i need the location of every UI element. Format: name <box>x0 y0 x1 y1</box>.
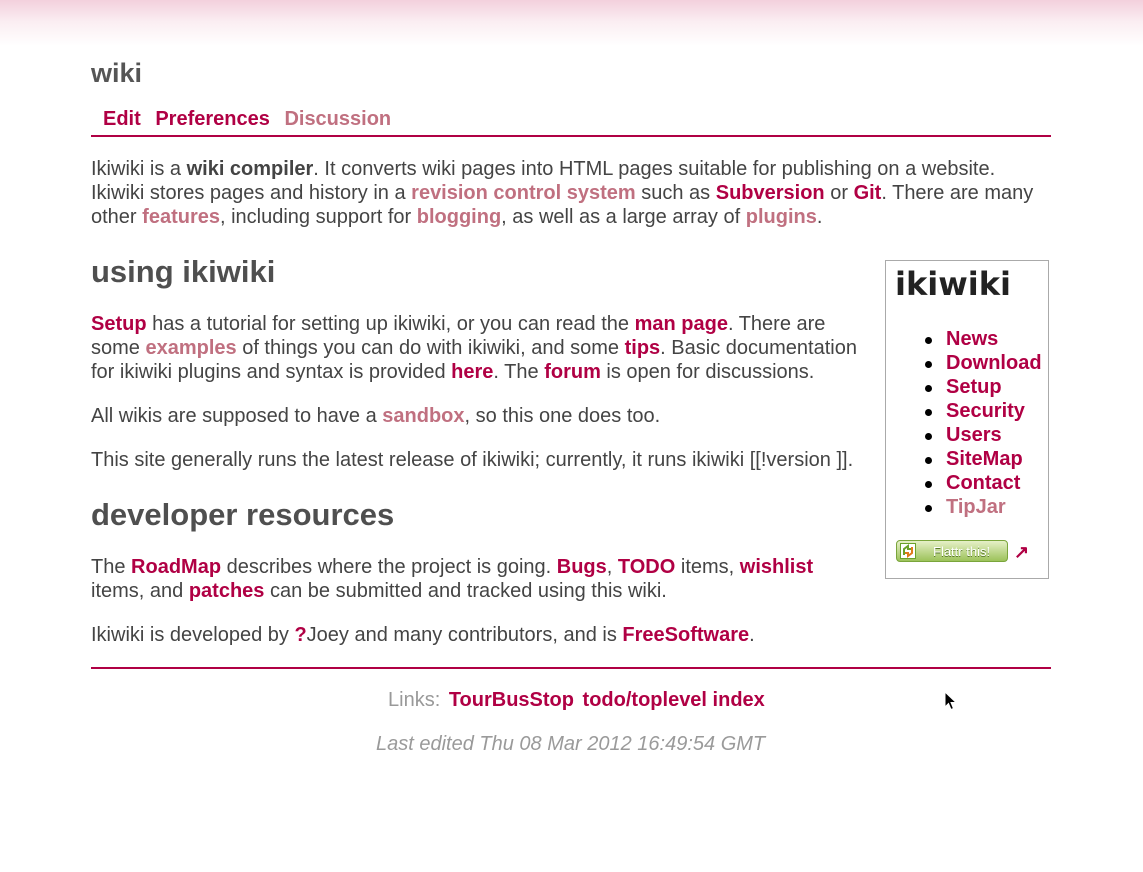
body-text: and many contributors, and is <box>348 624 623 646</box>
body-text: , so this one does too. <box>464 405 661 427</box>
intro-text: or <box>824 182 854 204</box>
bullet-icon <box>925 505 932 512</box>
contributors-paragraph: Ikiwiki is developed by ?Joey and many c… <box>91 623 871 647</box>
sidebar-link-setup[interactable]: Setup <box>946 376 1002 398</box>
joey-text: Joey <box>306 624 349 646</box>
tourbusstop-link[interactable]: TourBusStop <box>449 689 574 711</box>
body-text: items, <box>675 556 740 578</box>
setup-link[interactable]: Setup <box>91 313 147 335</box>
sidebar-item-security: Security <box>925 399 1042 423</box>
examples-link[interactable]: examples <box>145 337 236 359</box>
here-link[interactable]: here <box>451 361 493 383</box>
sandbox-paragraph: All wikis are supposed to have a sandbox… <box>91 404 861 428</box>
man-page-link[interactable]: man page <box>635 313 728 335</box>
flattr-button[interactable]: Flattr this! <box>896 540 1008 562</box>
body-text: Ikiwiki is developed by <box>91 624 295 646</box>
sidebar-item-download: Download <box>925 351 1042 375</box>
todo-toplevel-index-link[interactable]: todo/toplevel index <box>583 689 765 711</box>
ikiwiki-logo[interactable]: ikiwiki <box>895 268 1011 302</box>
body-text: . <box>749 624 755 646</box>
forum-link[interactable]: forum <box>544 361 601 383</box>
revision-control-link[interactable]: revision control system <box>411 182 636 204</box>
body-text: is open for discussions. <box>600 361 815 383</box>
body-text: describes where the project is going. <box>221 556 557 578</box>
body-text: items, and <box>91 580 189 602</box>
discussion-link[interactable]: Discussion <box>284 108 391 130</box>
sidebar-link-news[interactable]: News <box>946 328 998 350</box>
last-edited: Last edited Thu 08 Mar 2012 16:49:54 GMT <box>376 733 766 755</box>
sidebar-item-sitemap: SiteMap <box>925 447 1042 471</box>
backlinks: Links: TourBusStop todo/toplevel index <box>388 689 765 712</box>
sidebar-item-setup: Setup <box>925 375 1042 399</box>
bullet-icon <box>925 361 932 368</box>
flattr-icon <box>900 543 916 559</box>
body-text: . The <box>493 361 545 383</box>
roadmap-link[interactable]: RoadMap <box>131 556 221 578</box>
bullet-icon <box>925 385 932 392</box>
bullet-icon <box>925 457 932 464</box>
footer-divider <box>91 667 1051 669</box>
intro-text: , as well as a large array of <box>501 206 746 228</box>
version-paragraph: This site generally runs the latest rele… <box>91 449 854 471</box>
using-paragraph: Setup has a tutorial for setting up ikiw… <box>91 312 861 384</box>
sandbox-link[interactable]: sandbox <box>382 405 464 427</box>
using-ikiwiki-heading: using ikiwiki <box>91 254 276 289</box>
wiki-compiler-term: wiki compiler <box>186 158 314 180</box>
body-text: , <box>606 556 618 578</box>
wishlist-link[interactable]: wishlist <box>740 556 813 578</box>
todo-link[interactable]: TODO <box>618 556 675 578</box>
bullet-icon <box>925 337 932 344</box>
sidebar-nav: News Download Setup Security Users SiteM… <box>925 327 1042 519</box>
subversion-link[interactable]: Subversion <box>716 182 825 204</box>
header-divider <box>91 135 1051 137</box>
sidebar-link-tipjar[interactable]: TipJar <box>946 496 1006 518</box>
plugins-link[interactable]: plugins <box>746 206 817 228</box>
bullet-icon <box>925 481 932 488</box>
links-label: Links: <box>388 689 441 711</box>
body-text: has a tutorial for setting up ikiwiki, o… <box>146 313 635 335</box>
developer-resources-heading: developer resources <box>91 497 395 532</box>
bullet-icon <box>925 433 932 440</box>
page-title: wiki <box>91 58 143 88</box>
body-text: of things you can do with ikiwiki, and s… <box>236 337 625 359</box>
sidebar-link-contact[interactable]: Contact <box>946 472 1020 494</box>
blogging-link[interactable]: blogging <box>417 206 501 228</box>
intro-text: . <box>816 206 823 228</box>
features-link[interactable]: features <box>142 206 220 228</box>
create-joey-link[interactable]: ? <box>294 624 306 646</box>
sidebar-item-contact: Contact <box>925 471 1042 495</box>
sidebar-item-tipjar: TipJar <box>925 495 1042 519</box>
sidebar-item-users: Users <box>925 423 1042 447</box>
sidebar: ikiwiki News Download Setup Security Use… <box>885 260 1049 579</box>
git-link[interactable]: Git <box>854 182 882 204</box>
sidebar-item-news: News <box>925 327 1042 351</box>
mouse-pointer-icon <box>944 691 958 711</box>
bullet-icon <box>925 409 932 416</box>
freesoftware-link[interactable]: FreeSoftware <box>622 624 749 646</box>
sidebar-link-sitemap[interactable]: SiteMap <box>946 448 1023 470</box>
page-actions: Edit Preferences Discussion <box>103 108 400 131</box>
sidebar-link-users[interactable]: Users <box>946 424 1002 446</box>
intro-paragraph: Ikiwiki is a wiki compiler. It converts … <box>91 157 1051 229</box>
preferences-link[interactable]: Preferences <box>155 108 270 130</box>
body-text: The <box>91 556 132 578</box>
patches-link[interactable]: patches <box>189 580 265 602</box>
sidebar-link-download[interactable]: Download <box>946 352 1042 374</box>
developer-paragraph: The RoadMap describes where the project … <box>91 555 851 603</box>
logo-text: ikiwiki <box>895 268 1011 302</box>
body-text: All wikis are supposed to have a <box>91 405 383 427</box>
tips-link[interactable]: tips <box>625 337 661 359</box>
bugs-link[interactable]: Bugs <box>557 556 607 578</box>
intro-text: , including support for <box>219 206 417 228</box>
body-text: can be submitted and tracked using this … <box>264 580 667 602</box>
edit-link[interactable]: Edit <box>103 108 141 130</box>
external-link-icon[interactable]: ↗ <box>1014 542 1029 563</box>
flattr-label: Flattr this! <box>933 544 991 559</box>
sidebar-link-security[interactable]: Security <box>946 400 1025 422</box>
intro-text: such as <box>635 182 716 204</box>
intro-text: Ikiwiki is a <box>91 158 187 180</box>
